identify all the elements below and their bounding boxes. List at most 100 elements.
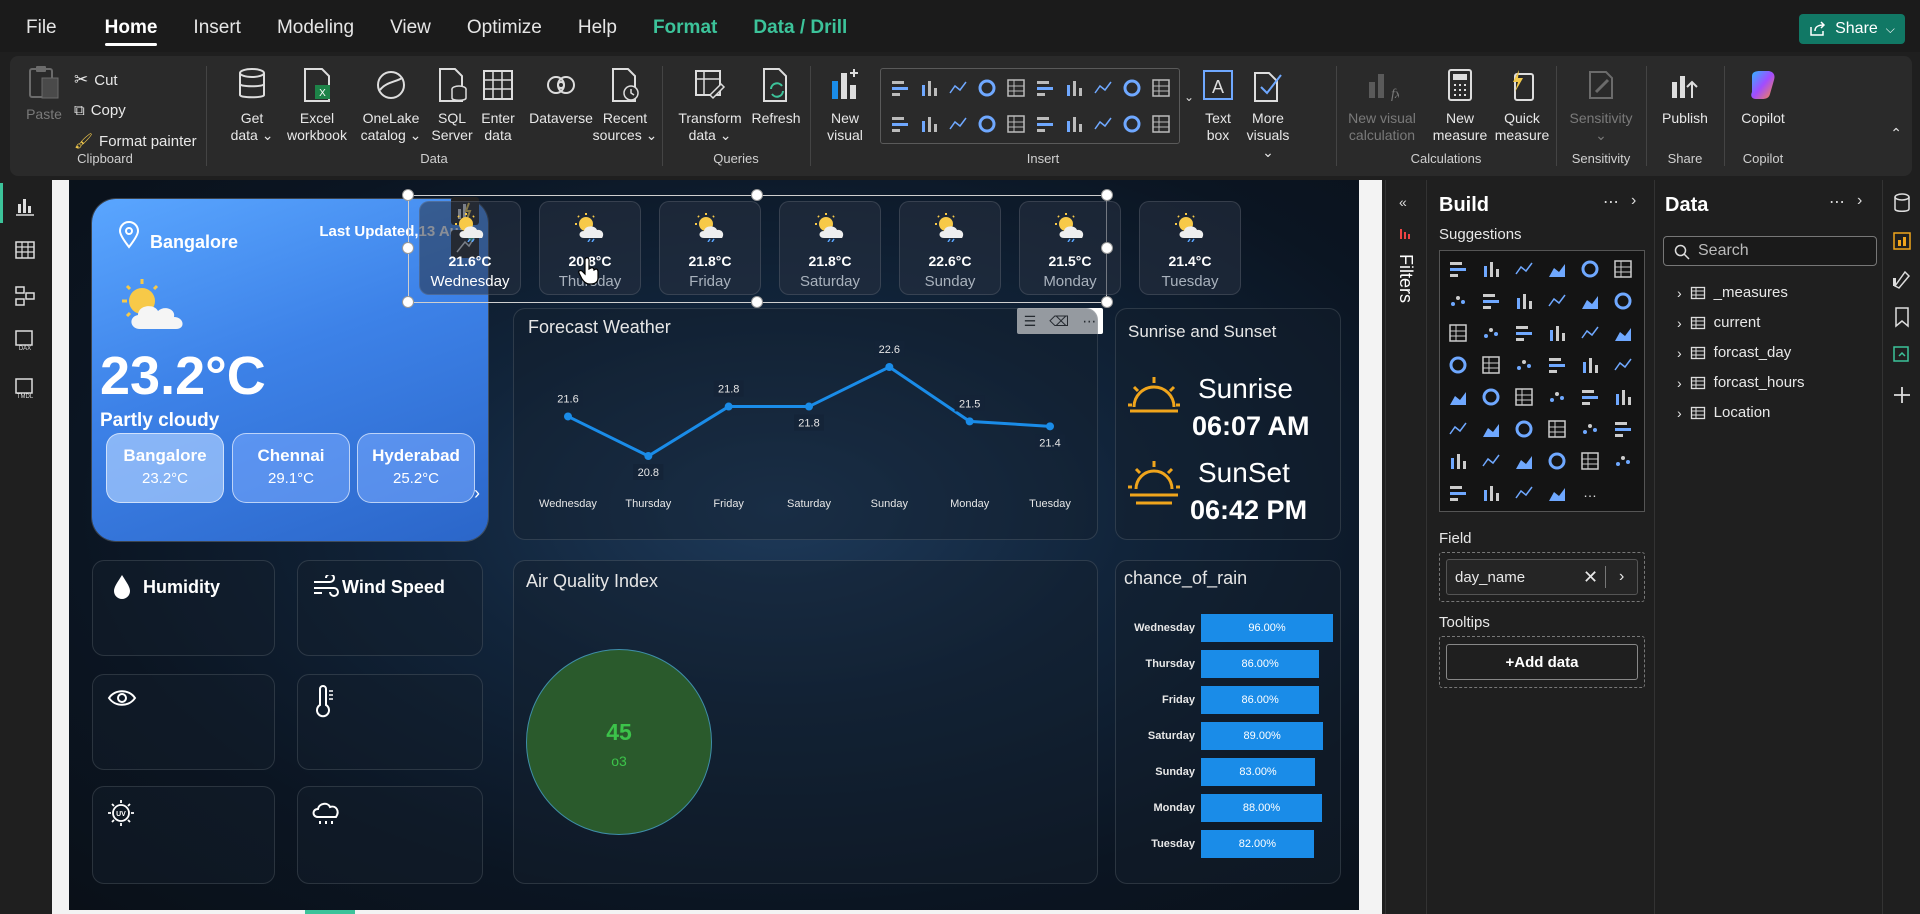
- visualization-type-icon[interactable]: [1546, 482, 1568, 504]
- more-options-icon[interactable]: ⋯: [1603, 192, 1619, 212]
- city-button-hyderabad[interactable]: Hyderabad 25.2°C: [357, 433, 475, 503]
- visualization-type-icon[interactable]: [1480, 418, 1502, 440]
- forecast-point[interactable]: [1046, 422, 1054, 431]
- rain-bar[interactable]: 82.00%: [1201, 830, 1314, 858]
- table-list-item[interactable]: › _measures: [1677, 284, 1788, 301]
- visualization-type-icon[interactable]: [1480, 482, 1502, 504]
- visualization-type-icon[interactable]: [1546, 418, 1568, 440]
- table-view-icon[interactable]: [13, 238, 37, 262]
- menu-help[interactable]: Help: [560, 0, 635, 52]
- resize-handle[interactable]: [1101, 242, 1113, 254]
- text-box-button[interactable]: A Text box: [1198, 66, 1238, 144]
- dax-query-icon[interactable]: DAX: [13, 328, 37, 352]
- new-measure-button[interactable]: New measure: [1428, 66, 1492, 144]
- visual-type-icon[interactable]: [1063, 77, 1085, 99]
- visualization-type-icon[interactable]: [1546, 386, 1568, 408]
- copy-button[interactable]: ⧉ Copy: [74, 102, 126, 119]
- forecast-point[interactable]: [644, 452, 653, 460]
- visualization-type-icon[interactable]: [1447, 482, 1469, 504]
- visualization-type-icon[interactable]: [1513, 450, 1535, 472]
- table-list-item[interactable]: › Location: [1677, 404, 1770, 421]
- visual-type-icon[interactable]: [976, 113, 998, 135]
- excel-workbook-button[interactable]: X Excel workbook: [282, 66, 352, 144]
- visualization-type-icon[interactable]: [1579, 386, 1601, 408]
- add-pane-icon[interactable]: [1891, 384, 1913, 406]
- enter-data-button[interactable]: Enter data: [476, 66, 520, 144]
- rain-bar[interactable]: 86.00%: [1201, 686, 1320, 714]
- onelake-catalog-button[interactable]: OneLake catalog ⌄: [356, 66, 426, 144]
- filters-pane-collapsed[interactable]: « Filters: [1385, 180, 1425, 914]
- visualization-type-icon[interactable]: [1546, 354, 1568, 376]
- visualization-type-icon[interactable]: [1546, 322, 1568, 344]
- more-visuals-button[interactable]: More visuals ⌄: [1240, 66, 1296, 161]
- visualization-type-icon[interactable]: [1480, 450, 1502, 472]
- city-button-chennai[interactable]: Chennai 29.1°C: [232, 433, 350, 503]
- visualizations-icon[interactable]: [1891, 230, 1913, 252]
- resize-handle[interactable]: [402, 296, 414, 308]
- visualization-type-icon[interactable]: …: [1579, 482, 1601, 504]
- share-button[interactable]: Share ⌵: [1799, 14, 1905, 44]
- visual-type-icon[interactable]: [976, 77, 998, 99]
- visualization-type-icon[interactable]: [1513, 322, 1535, 344]
- rain-bar[interactable]: 83.00%: [1201, 758, 1316, 786]
- visualization-type-icon[interactable]: [1612, 290, 1634, 312]
- bookmark-icon[interactable]: [1891, 306, 1913, 328]
- visual-type-icon[interactable]: [947, 77, 969, 99]
- table-list-item[interactable]: › forcast_hours: [1677, 374, 1805, 391]
- visualization-type-icon[interactable]: [1612, 386, 1634, 408]
- new-visual-button[interactable]: New visual: [818, 66, 872, 144]
- day-card[interactable]: 21.6°C Wednesday: [419, 201, 521, 295]
- visual-type-icon[interactable]: [1150, 113, 1172, 135]
- visualization-type-icon[interactable]: [1612, 418, 1634, 440]
- visualization-type-icon[interactable]: [1513, 482, 1535, 504]
- rain-bar[interactable]: 88.00%: [1201, 794, 1322, 822]
- visualization-type-icon[interactable]: [1579, 450, 1601, 472]
- forecast-point[interactable]: [805, 402, 813, 411]
- new-visual-calculation-button[interactable]: fx New visualcalculation: [1340, 66, 1424, 144]
- menu-optimize[interactable]: Optimize: [449, 0, 560, 52]
- menu-format[interactable]: Format: [635, 0, 735, 52]
- visualization-type-icon[interactable]: [1513, 290, 1535, 312]
- table-list-item[interactable]: › forcast_day: [1677, 344, 1791, 361]
- visualization-type-icon[interactable]: [1447, 450, 1469, 472]
- cut-button[interactable]: ✂ Cut: [74, 70, 118, 90]
- visualization-type-icon[interactable]: [1579, 354, 1601, 376]
- forecast-point[interactable]: [885, 363, 894, 371]
- visualization-type-icon[interactable]: [1579, 258, 1601, 280]
- chevron-right-icon[interactable]: ›: [1677, 405, 1682, 421]
- rain-bar[interactable]: 86.00%: [1201, 650, 1320, 678]
- visualization-type-icon[interactable]: [1513, 418, 1535, 440]
- resize-handle[interactable]: [1101, 189, 1113, 201]
- visual-type-icon[interactable]: [1005, 77, 1027, 99]
- recent-sources-button[interactable]: Recent sources ⌄: [590, 66, 660, 144]
- resize-handle[interactable]: [402, 189, 414, 201]
- carousel-next-icon[interactable]: ›: [474, 483, 480, 504]
- sync-slicers-icon[interactable]: [1891, 344, 1913, 366]
- chevron-right-icon[interactable]: ›: [1677, 315, 1682, 331]
- format-pane-icon[interactable]: [1891, 268, 1913, 290]
- visualization-type-icon[interactable]: [1480, 290, 1502, 312]
- forecast-series-line[interactable]: [567, 365, 1051, 458]
- chevron-right-icon[interactable]: ›: [1677, 345, 1682, 361]
- visualization-type-icon[interactable]: [1447, 354, 1469, 376]
- chevron-right-icon[interactable]: ›: [1619, 568, 1624, 586]
- visual-type-icon[interactable]: [947, 113, 969, 135]
- chevron-right-icon[interactable]: ›: [1677, 285, 1682, 301]
- visualization-type-icon[interactable]: [1612, 258, 1634, 280]
- field-chip-day-name[interactable]: day_name ✕ ›: [1446, 559, 1638, 595]
- day-card[interactable]: 21.8°C Friday: [659, 201, 761, 295]
- transform-data-button[interactable]: Transform data ⌄: [672, 66, 748, 144]
- visualization-type-icon[interactable]: [1612, 354, 1634, 376]
- menu-file[interactable]: File: [0, 0, 87, 52]
- report-view-icon[interactable]: [13, 194, 37, 218]
- visualization-type-icon[interactable]: [1546, 258, 1568, 280]
- menu-view[interactable]: View: [372, 0, 449, 52]
- quick-measure-button[interactable]: Quick measure: [1490, 66, 1554, 144]
- expand-filters-icon[interactable]: «: [1399, 194, 1407, 210]
- forecast-point[interactable]: [965, 417, 974, 426]
- visual-type-icon[interactable]: [1063, 113, 1085, 135]
- visual-type-icon[interactable]: [1034, 113, 1056, 135]
- visualization-type-icon[interactable]: [1480, 386, 1502, 408]
- data-pane-icon[interactable]: [1891, 192, 1913, 214]
- visual-type-icon[interactable]: [1034, 77, 1056, 99]
